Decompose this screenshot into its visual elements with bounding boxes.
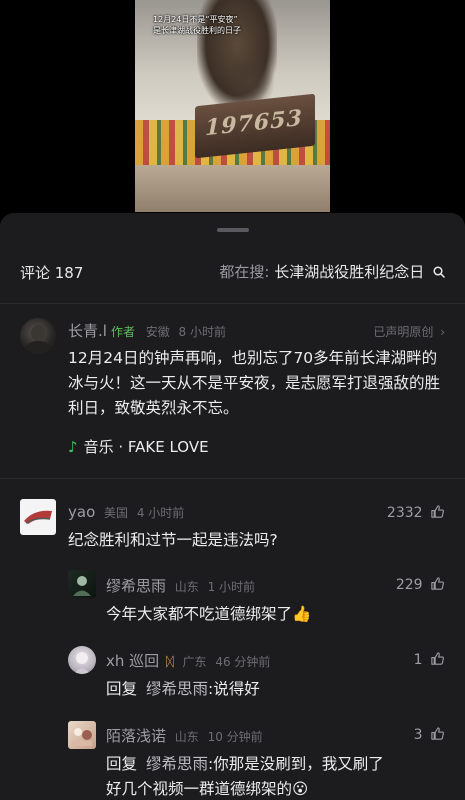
video-caption: 12月24日不是“平安夜” 是长津湖战役胜利的日子 — [153, 14, 273, 36]
music-note-icon: ♪ — [68, 438, 78, 456]
thumbs-up-icon[interactable] — [430, 576, 445, 595]
like-count: 1 — [413, 652, 423, 668]
like-button[interactable]: 229 — [396, 576, 445, 595]
original-declaration[interactable]: 已声明原创 › — [373, 323, 445, 340]
comment-username[interactable]: 长青.l 作者 安徽 8 小时前 — [68, 320, 226, 341]
reply-prefix: 回复 — [106, 680, 138, 698]
reply-username[interactable]: 缪希思雨 山东 1 小时前 — [106, 575, 255, 596]
like-count: 229 — [395, 577, 423, 593]
video-floor — [135, 165, 330, 212]
comment-location: 美国 — [104, 506, 129, 520]
comment-username[interactable]: yao 美国 4 小时前 — [68, 503, 184, 521]
reply-text: 回复 缪希思雨:你那是没刷到，我又刷了 好几个视频一群道德绑架的😮 — [106, 752, 451, 800]
video-frame[interactable]: 197653 12月24日不是“平安夜” 是长津湖战役胜利的日子 — [135, 0, 330, 212]
reply-username[interactable]: 陌落浅诺 山东 10 分钟前 — [106, 725, 263, 746]
author-tag: 作者 — [110, 325, 135, 339]
music-link[interactable]: ♪ 音乐 · FAKE LOVE — [68, 436, 209, 457]
like-button[interactable]: 1 — [414, 651, 445, 670]
badge-icon: ᛞ — [165, 655, 174, 670]
comment-location: 安徽 — [145, 325, 170, 339]
thumbs-up-icon[interactable] — [430, 504, 445, 523]
reply-body: :说得好 — [207, 680, 260, 698]
header-divider — [0, 303, 465, 304]
search-prefix: 都在搜: — [219, 263, 270, 281]
reply-body-line2: 好几个视频一群道德绑架的😮 — [106, 780, 309, 798]
video-caption-line1: 12月24日不是“平安夜” — [153, 15, 238, 24]
thumbs-up-icon[interactable] — [430, 726, 445, 745]
thumbs-up-icon[interactable] — [430, 651, 445, 670]
chevron-right-icon: › — [440, 325, 445, 339]
like-count: 3 — [413, 727, 423, 743]
like-button[interactable]: 2332 — [387, 504, 445, 523]
sheet-drag-handle[interactable] — [217, 228, 249, 232]
search-suggestion[interactable]: 都在搜: 长津湖战役胜利纪念日 — [219, 261, 445, 282]
like-button[interactable]: 3 — [414, 726, 445, 745]
username-text[interactable]: xh 巡回 — [106, 652, 159, 670]
search-icon[interactable] — [433, 264, 445, 282]
reply-location: 山东 — [174, 730, 199, 744]
comment-header: 评论 187 都在搜: 长津湖战役胜利纪念日 — [0, 258, 465, 286]
username-text[interactable]: 陌落浅诺 — [106, 727, 166, 745]
avatar[interactable] — [68, 646, 96, 674]
comment-time: 8 小时前 — [178, 325, 226, 339]
plaque-number: 197653 — [205, 104, 303, 142]
comment-text: 纪念胜利和过节一起是违法吗? — [68, 531, 278, 549]
search-term[interactable]: 长津湖战役胜利纪念日 — [274, 263, 424, 281]
username-text[interactable]: 缪希思雨 — [106, 577, 166, 595]
video-caption-line2: 是长津湖战役胜利的日子 — [153, 26, 241, 35]
avatar[interactable] — [68, 721, 96, 749]
music-label[interactable]: 音乐 · FAKE LOVE — [84, 438, 209, 456]
reply-text: 回复 缪希思雨:说得好 — [106, 677, 260, 702]
declared-label[interactable]: 已声明原创 — [373, 325, 433, 339]
comment-sheet: 评论 187 都在搜: 长津湖战役胜利纪念日 长青.l 作者 安徽 8 小时前 已… — [0, 213, 465, 800]
username-text[interactable]: yao — [68, 503, 95, 521]
reply-target[interactable]: 缪希思雨 — [146, 680, 208, 698]
comment-count: 评论 187 — [20, 264, 84, 282]
avatar[interactable] — [20, 499, 56, 535]
reply-location: 广东 — [182, 655, 207, 669]
reply-text: 今年大家都不吃道德绑架了👍 — [106, 605, 312, 623]
reply-time: 1 小时前 — [207, 580, 256, 594]
comment-time: 4 小时前 — [136, 506, 185, 520]
video-player[interactable]: 197653 12月24日不是“平安夜” 是长津湖战役胜利的日子 — [0, 0, 465, 230]
reply-username[interactable]: xh 巡回 ᛞ 广东 46 分钟前 — [106, 650, 270, 671]
avatar[interactable] — [20, 318, 56, 354]
username-text[interactable]: 长青.l — [68, 322, 107, 340]
reply-line1: 回复 缪希思雨:你那是没刷到，我又刷了 — [106, 752, 451, 777]
comment-divider — [0, 478, 465, 479]
reply-target[interactable]: 缪希思雨 — [146, 755, 208, 773]
reply-time: 46 分钟前 — [215, 655, 271, 669]
reply-time: 10 分钟前 — [207, 730, 263, 744]
reply-prefix: 回复 — [106, 755, 138, 773]
reply-location: 山东 — [174, 580, 199, 594]
reply-body-line1: :你那是没刷到，我又刷了 — [207, 755, 384, 773]
comment-text: 12月24日的钟声再响，也别忘了70多年前长津湖畔的冰与火！这一天从不是平安夜，… — [68, 349, 441, 417]
avatar[interactable] — [68, 570, 96, 598]
like-count: 2332 — [386, 505, 423, 521]
